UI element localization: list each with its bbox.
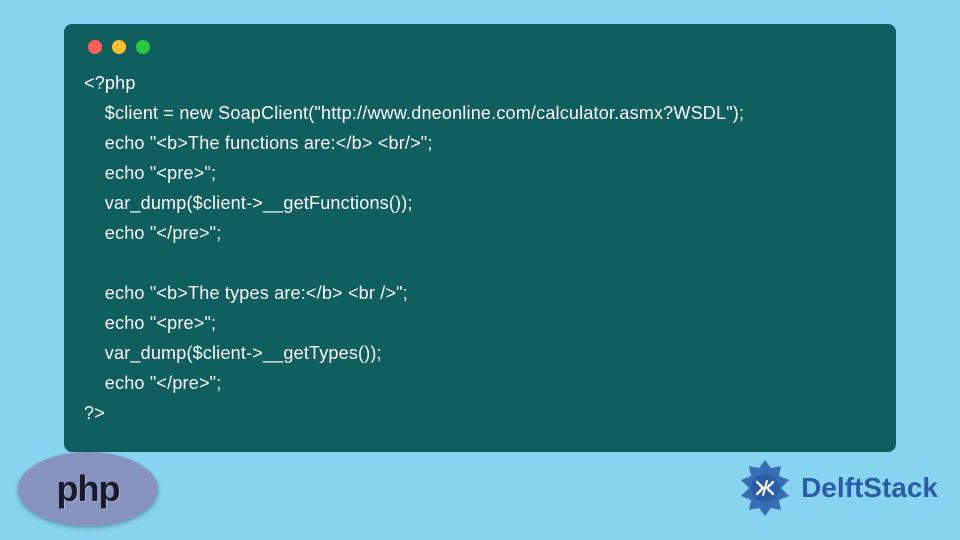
close-icon (88, 40, 102, 54)
code-line: echo "<pre>"; (84, 163, 216, 183)
code-line: echo "</pre>"; (84, 373, 221, 393)
code-line: echo "<pre>"; (84, 313, 216, 333)
code-line: $client = new SoapClient("http://www.dne… (84, 103, 744, 123)
code-block: <?php $client = new SoapClient("http://w… (84, 68, 876, 428)
maximize-icon (136, 40, 150, 54)
code-window: <?php $client = new SoapClient("http://w… (64, 24, 896, 452)
code-line: <?php (84, 73, 136, 93)
delftstack-icon (735, 458, 795, 518)
php-logo: php (18, 452, 158, 526)
code-line: echo "</pre>"; (84, 223, 221, 243)
code-line: var_dump($client->__getFunctions()); (84, 193, 413, 213)
code-line: var_dump($client->__getTypes()); (84, 343, 382, 363)
code-line: ?> (84, 403, 105, 423)
delftstack-logo-text: DelftStack (801, 472, 938, 504)
window-traffic-lights (88, 40, 876, 54)
code-line: echo "<b>The functions are:</b> <br/>"; (84, 133, 433, 153)
php-logo-text: php (57, 468, 120, 510)
minimize-icon (112, 40, 126, 54)
code-line: echo "<b>The types are:</b> <br />"; (84, 283, 408, 303)
delftstack-logo: DelftStack (735, 458, 938, 518)
php-logo-ellipse: php (18, 452, 158, 526)
